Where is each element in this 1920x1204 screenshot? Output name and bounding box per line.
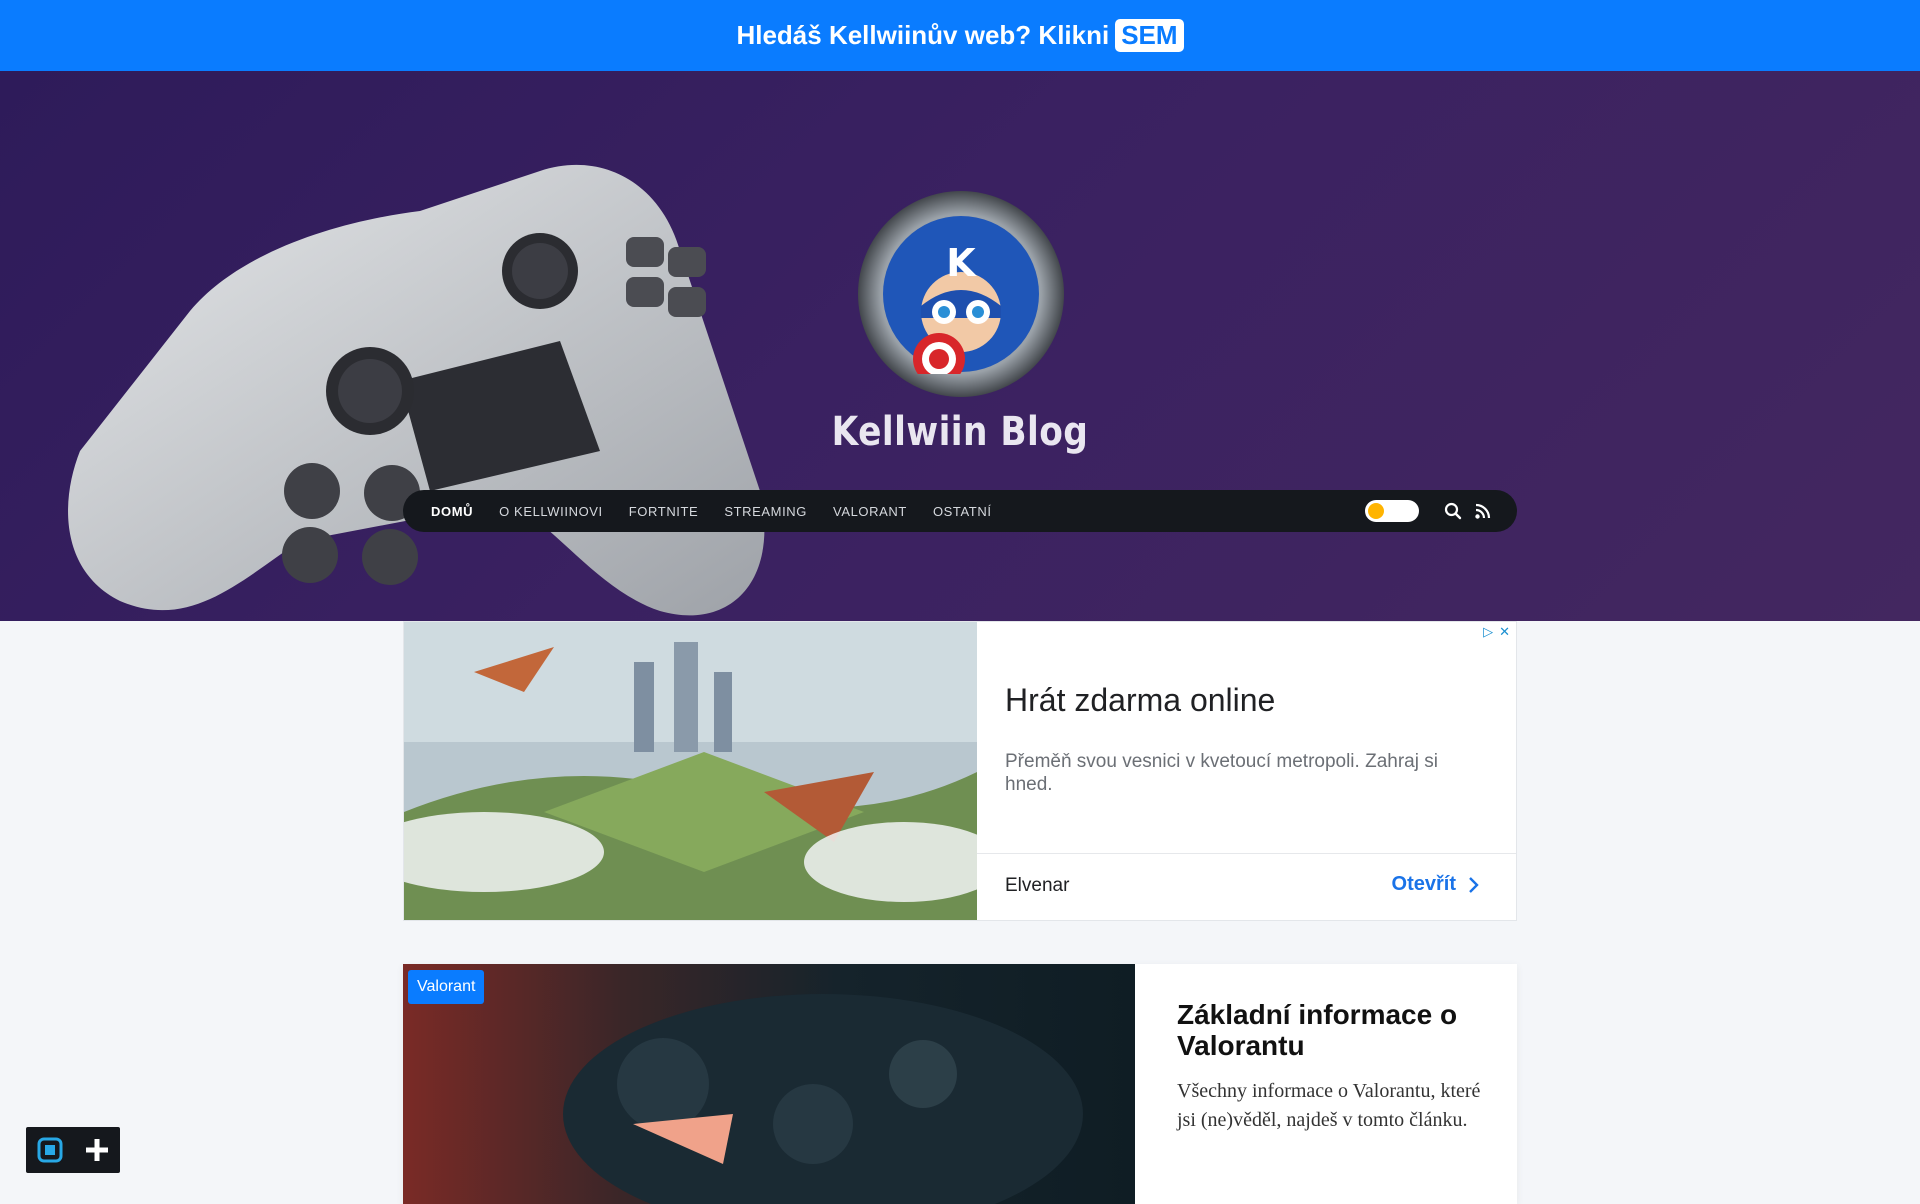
search-icon[interactable] (1443, 501, 1463, 521)
ad-brand: Elvenar (1005, 875, 1070, 896)
ad-image[interactable] (404, 622, 977, 920)
ad-title[interactable]: Hrát zdarma online (1005, 682, 1275, 719)
ad-open-label: Otevřít (1391, 873, 1456, 895)
ad-open-button[interactable]: Otevřít (1392, 873, 1482, 896)
plus-icon[interactable] (82, 1135, 112, 1165)
top-banner[interactable]: Hledáš Kellwiinův web? Klikni SEM (0, 0, 1920, 71)
article-image[interactable]: Valorant (403, 964, 1135, 1204)
ad-controls: ▷ ✕ (1483, 624, 1510, 640)
svg-text:K: K (946, 241, 977, 285)
site-logo[interactable]: K (858, 191, 1064, 397)
widget-logo-icon[interactable] (35, 1135, 65, 1165)
banner-text: Hledáš Kellwiinův web? Klikni (736, 20, 1110, 50)
nav-item-streaming[interactable]: STREAMING (724, 504, 807, 519)
article-card[interactable]: Valorant Základní informace o Valorantu … (403, 964, 1517, 1204)
hero-avatar-icon: K (883, 216, 1039, 374)
nav-item-domu[interactable]: DOMŮ (431, 504, 473, 519)
site-title[interactable]: Kellwiin Blog (134, 409, 1785, 455)
main-navbar: DOMŮ O KELLWIINOVI FORTNITE STREAMING VA… (403, 490, 1517, 532)
nav-actions (1365, 500, 1493, 522)
close-icon[interactable]: ✕ (1499, 624, 1510, 640)
game-controller-image (68, 164, 765, 616)
chevron-right-icon (1469, 876, 1479, 893)
ad-divider (977, 853, 1516, 854)
nav-menu: DOMŮ O KELLWIINOVI FORTNITE STREAMING VA… (431, 504, 1018, 519)
article-title[interactable]: Základní informace o Valorantu (1177, 999, 1477, 1061)
toggle-knob (1368, 503, 1384, 519)
theme-toggle[interactable] (1365, 500, 1419, 522)
category-badge[interactable]: Valorant (408, 970, 485, 1004)
nav-item-ostatni[interactable]: OSTATNÍ (933, 504, 992, 519)
article-excerpt: Všechny informace o Valorantu, které jsi… (1177, 1080, 1481, 1131)
adchoices-icon[interactable]: ▷ (1483, 624, 1493, 640)
banner-link[interactable]: SEM (1115, 19, 1184, 52)
hero-header: K Kellwiin Blog DOMŮ O KELLWIINOVI FORTN… (0, 71, 1920, 621)
nav-item-o-kellwiinovi[interactable]: O KELLWIINOVI (499, 504, 603, 519)
nav-item-fortnite[interactable]: FORTNITE (629, 504, 699, 519)
rss-icon[interactable] (1473, 501, 1493, 521)
advertisement[interactable]: ▷ ✕ Hrát zdarma online Přeměň svou vesni… (403, 621, 1517, 921)
ad-description: Přeměň svou vesnici v kvetoucí metropoli… (1005, 751, 1438, 795)
floating-widget (26, 1127, 120, 1173)
nav-item-valorant[interactable]: VALORANT (833, 504, 907, 519)
